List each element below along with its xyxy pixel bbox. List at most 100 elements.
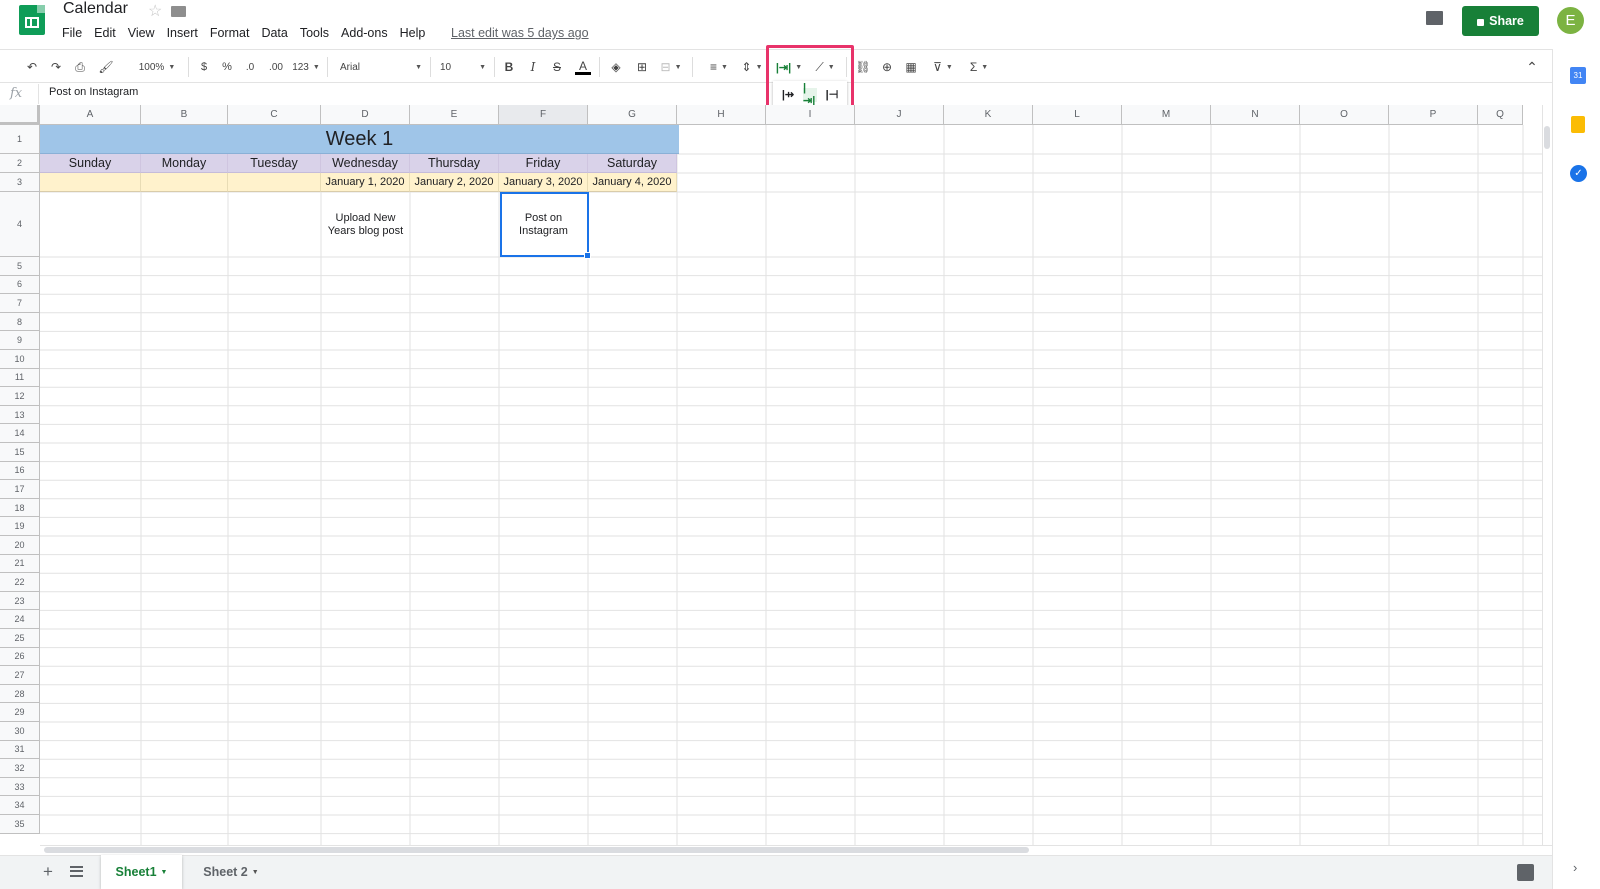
note-cell-a[interactable] bbox=[40, 192, 141, 257]
functions-button[interactable]: Σ ▼ bbox=[966, 59, 992, 75]
tab-sheet1[interactable]: Sheet1 ▼ bbox=[101, 855, 182, 889]
font-select[interactable]: Arial ▼ bbox=[340, 59, 422, 75]
row-header-10[interactable]: 10 bbox=[0, 350, 40, 369]
tab-sheet2[interactable]: Sheet 2 ▼ bbox=[194, 855, 268, 889]
menu-tools[interactable]: Tools bbox=[300, 26, 329, 40]
keep-icon[interactable] bbox=[1571, 116, 1585, 133]
column-header-f[interactable]: F bbox=[499, 105, 588, 125]
all-sheets-icon[interactable] bbox=[70, 866, 83, 877]
row-header-7[interactable]: 7 bbox=[0, 294, 40, 313]
row-header-4[interactable]: 4 bbox=[0, 192, 40, 257]
column-header-a[interactable]: A bbox=[40, 105, 141, 125]
row-header-19[interactable]: 19 bbox=[0, 517, 40, 536]
menu-edit[interactable]: Edit bbox=[94, 26, 116, 40]
date-cell-g[interactable]: January 4, 2020 bbox=[588, 173, 677, 192]
column-header-o[interactable]: O bbox=[1300, 105, 1389, 125]
vertical-scroll-thumb[interactable] bbox=[1544, 126, 1550, 149]
row-header-35[interactable]: 35 bbox=[0, 815, 40, 834]
menu-insert[interactable]: Insert bbox=[167, 26, 198, 40]
menu-help[interactable]: Help bbox=[400, 26, 426, 40]
row-header-6[interactable]: 6 bbox=[0, 275, 40, 295]
horizontal-align-icon[interactable]: ≡ ▼ bbox=[706, 59, 732, 75]
select-all-corner[interactable] bbox=[0, 105, 40, 125]
row-header-27[interactable]: 27 bbox=[0, 666, 40, 685]
column-header-j[interactable]: J bbox=[855, 105, 944, 125]
zoom-select[interactable]: 100% ▼ bbox=[132, 59, 182, 75]
date-cell-c[interactable] bbox=[228, 173, 321, 192]
menu-view[interactable]: View bbox=[128, 26, 155, 40]
row-header-23[interactable]: 23 bbox=[0, 591, 40, 611]
date-cell-d[interactable]: January 1, 2020 bbox=[321, 173, 410, 192]
filter-icon[interactable]: ⊽ ▼ bbox=[928, 59, 958, 75]
print-icon[interactable]: ⎙ bbox=[72, 59, 88, 75]
currency-button[interactable]: $ bbox=[198, 59, 210, 75]
row-header-5[interactable]: 5 bbox=[0, 257, 40, 276]
column-header-n[interactable]: N bbox=[1211, 105, 1300, 125]
row-header-14[interactable]: 14 bbox=[0, 424, 40, 443]
borders-icon[interactable]: ⊞ bbox=[634, 59, 650, 75]
week-title-cell[interactable]: Week 1 bbox=[40, 125, 679, 154]
row-header-11[interactable]: 11 bbox=[0, 368, 40, 388]
column-header-m[interactable]: M bbox=[1122, 105, 1211, 125]
font-size-select[interactable]: 10 ▼ bbox=[440, 59, 486, 75]
row-header-29[interactable]: 29 bbox=[0, 703, 40, 722]
menu-addons[interactable]: Add-ons bbox=[341, 26, 388, 40]
row-header-21[interactable]: 21 bbox=[0, 554, 40, 574]
row-header-1[interactable]: 1 bbox=[0, 125, 40, 154]
strikethrough-button[interactable]: S bbox=[550, 59, 564, 75]
decrease-decimal-button[interactable]: .0 bbox=[243, 59, 257, 75]
menu-format[interactable]: Format bbox=[210, 26, 250, 40]
merge-cells-icon[interactable]: ⊟ ▼ bbox=[658, 59, 684, 75]
insert-link-icon[interactable]: ⛓ bbox=[854, 59, 872, 75]
day-cell-b[interactable]: Monday bbox=[141, 154, 228, 173]
date-cell-b[interactable] bbox=[141, 173, 228, 192]
avatar[interactable]: E bbox=[1557, 7, 1584, 34]
row-header-18[interactable]: 18 bbox=[0, 498, 40, 518]
row-header-2[interactable]: 2 bbox=[0, 154, 40, 173]
explore-icon[interactable] bbox=[1517, 864, 1534, 881]
row-header-31[interactable]: 31 bbox=[0, 740, 40, 760]
note-cell-g[interactable] bbox=[588, 192, 677, 257]
horizontal-scroll-thumb[interactable] bbox=[44, 847, 1029, 853]
add-sheet-icon[interactable]: + bbox=[43, 862, 53, 882]
menu-data[interactable]: Data bbox=[261, 26, 287, 40]
day-cell-g[interactable]: Saturday bbox=[588, 154, 677, 173]
column-header-p[interactable]: P bbox=[1389, 105, 1478, 125]
paint-format-icon[interactable]: 🖌 bbox=[98, 59, 114, 75]
row-header-28[interactable]: 28 bbox=[0, 684, 40, 704]
row-header-16[interactable]: 16 bbox=[0, 461, 40, 481]
document-title[interactable]: Calendar bbox=[63, 0, 128, 18]
column-header-i[interactable]: I bbox=[766, 105, 855, 125]
chevron-right-icon[interactable]: › bbox=[1573, 860, 1577, 875]
row-header-12[interactable]: 12 bbox=[0, 387, 40, 406]
row-header-22[interactable]: 22 bbox=[0, 573, 40, 592]
note-cell-b[interactable] bbox=[141, 192, 228, 257]
note-cell-d[interactable]: Upload New Years blog post bbox=[321, 192, 410, 257]
day-cell-a[interactable]: Sunday bbox=[40, 154, 141, 173]
row-header-20[interactable]: 20 bbox=[0, 536, 40, 555]
sheets-logo-icon[interactable] bbox=[19, 5, 45, 35]
column-header-g[interactable]: G bbox=[588, 105, 677, 125]
column-header-k[interactable]: K bbox=[944, 105, 1033, 125]
note-cell-c[interactable] bbox=[228, 192, 321, 257]
column-header-e[interactable]: E bbox=[410, 105, 499, 125]
row-header-13[interactable]: 13 bbox=[0, 405, 40, 425]
folder-icon[interactable] bbox=[171, 6, 186, 17]
row-header-26[interactable]: 26 bbox=[0, 647, 40, 667]
row-header-25[interactable]: 25 bbox=[0, 629, 40, 648]
fill-color-icon[interactable]: ◈ bbox=[608, 59, 624, 75]
row-header-34[interactable]: 34 bbox=[0, 796, 40, 815]
tasks-icon[interactable]: ✓ bbox=[1570, 165, 1587, 182]
row-header-15[interactable]: 15 bbox=[0, 443, 40, 462]
bold-button[interactable]: B bbox=[502, 59, 516, 75]
collapse-toolbar-icon[interactable]: ⌃ bbox=[1524, 59, 1540, 75]
day-cell-d[interactable]: Wednesday bbox=[321, 154, 410, 173]
column-header-q[interactable]: Q bbox=[1478, 105, 1523, 125]
selected-cell-outline[interactable] bbox=[500, 192, 591, 259]
row-header-3[interactable]: 3 bbox=[0, 173, 40, 192]
date-cell-e[interactable]: January 2, 2020 bbox=[410, 173, 499, 192]
row-header-9[interactable]: 9 bbox=[0, 331, 40, 350]
increase-decimal-button[interactable]: .00 bbox=[267, 59, 285, 75]
vertical-align-icon[interactable]: ⇕ ▼ bbox=[740, 59, 764, 75]
date-cell-a[interactable] bbox=[40, 173, 141, 192]
